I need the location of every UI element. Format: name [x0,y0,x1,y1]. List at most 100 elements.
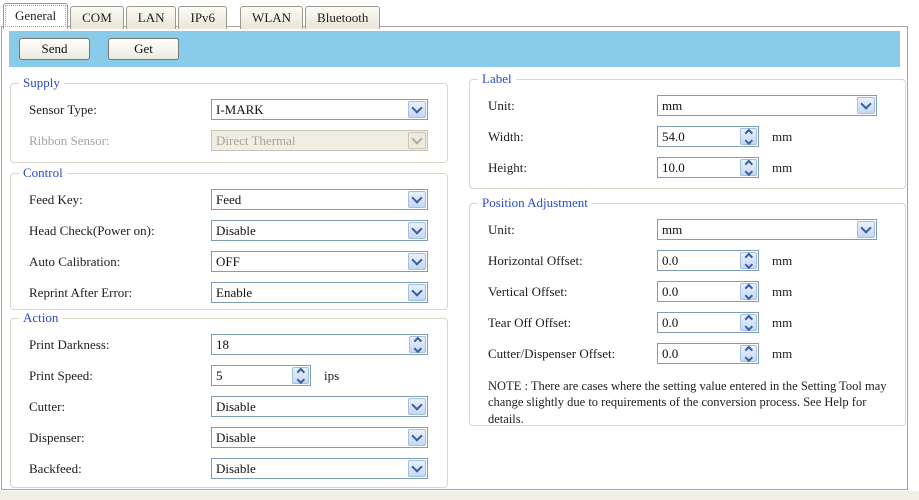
position-unit-select[interactable]: mm [657,219,877,240]
spinner-up-down-icon[interactable] [740,128,757,145]
tear-off-offset-stepper [657,312,759,333]
cutter-dispenser-offset-unit: mm [772,346,792,362]
print-speed-row: Print Speed: ips [29,365,447,386]
label-width-input[interactable] [658,127,739,146]
chevron-down-icon[interactable] [408,101,426,118]
cutter-dispenser-offset-label: Cutter/Dispenser Offset: [488,346,657,362]
dispenser-select[interactable]: Disable [211,427,428,448]
tear-off-offset-input[interactable] [658,313,739,332]
send-button[interactable]: Send [19,38,90,60]
sensor-type-select[interactable]: I-MARK [211,99,428,120]
reprint-after-error-select[interactable]: Enable [211,282,428,303]
chevron-down-icon[interactable] [408,222,426,239]
chevron-down-icon[interactable] [408,460,426,477]
horizontal-offset-input[interactable] [658,251,739,270]
feed-key-select[interactable]: Feed [211,189,428,210]
print-speed-unit: ips [324,368,339,384]
reprint-after-error-label: Reprint After Error: [29,285,211,301]
chevron-down-icon[interactable] [408,191,426,208]
spinner-up-down-icon[interactable] [740,252,757,269]
backfeed-select[interactable]: Disable [211,458,428,479]
label-group: Label Unit: mm Width: mm Height: [469,79,906,189]
tab-com[interactable]: COM [70,6,124,29]
print-darkness-input[interactable] [212,335,408,354]
chevron-down-icon[interactable] [408,284,426,301]
reprint-after-error-value: Enable [212,285,407,301]
tab-ipv6-label: IPv6 [190,10,215,25]
chevron-down-icon[interactable] [408,429,426,446]
head-check-select[interactable]: Disable [211,220,428,241]
cutter-row: Cutter: Disable [29,396,447,417]
tab-ipv6[interactable]: IPv6 [178,6,227,29]
label-height-label: Height: [488,160,657,176]
supply-group: Supply Sensor Type: I-MARK Ribbon Sensor… [10,83,448,163]
spinner-up-down-icon[interactable] [740,159,757,176]
get-button[interactable]: Get [108,38,179,60]
tear-off-offset-row: Tear Off Offset: mm [488,312,905,333]
position-adjustment-group-title: Position Adjustment [478,195,592,210]
cutter-dispenser-offset-row: Cutter/Dispenser Offset: mm [488,343,905,364]
head-check-value: Disable [212,223,407,239]
print-speed-input[interactable] [212,366,291,385]
spinner-up-down-icon[interactable] [740,283,757,300]
supply-group-title: Supply [19,75,64,90]
cutter-select[interactable]: Disable [211,396,428,417]
tab-general[interactable]: General [3,3,68,29]
conversion-note: NOTE : There are cases where the setting… [488,378,893,427]
tab-lan-label: LAN [138,10,165,25]
control-group: Control Feed Key: Feed Head Check(Power … [10,173,448,310]
control-group-title: Control [19,165,67,180]
chevron-down-icon[interactable] [408,398,426,415]
chevron-down-icon[interactable] [857,221,875,238]
tab-general-label: General [15,8,56,23]
spinner-up-down-icon[interactable] [740,345,757,362]
auto-calibration-select[interactable]: OFF [211,251,428,272]
ribbon-sensor-label: Ribbon Sensor: [29,133,211,149]
print-speed-label: Print Speed: [29,368,211,384]
tab-wlan-label: WLAN [252,10,291,25]
head-check-label: Head Check(Power on): [29,223,211,239]
position-unit-label: Unit: [488,222,657,238]
feed-key-label: Feed Key: [29,192,211,208]
backfeed-label: Backfeed: [29,461,211,477]
auto-calibration-row: Auto Calibration: OFF [29,251,447,272]
label-width-row: Width: mm [488,126,905,147]
spinner-up-down-icon[interactable] [292,367,309,384]
spinner-up-down-icon[interactable] [740,314,757,331]
label-group-title: Label [478,71,516,86]
ribbon-sensor-value: Direct Thermal [212,133,407,149]
label-unit-value: mm [658,98,856,114]
window-bottom-strip [0,491,919,500]
horizontal-offset-unit: mm [772,253,792,269]
action-group: Action Print Darkness: Print Speed: ips … [10,318,448,488]
cutter-value: Disable [212,399,407,415]
tab-bar: General COM LAN IPv6 WLAN Bluetooth [3,3,382,29]
tab-wlan[interactable]: WLAN [240,6,303,29]
cutter-dispenser-offset-input[interactable] [658,344,739,363]
vertical-offset-input[interactable] [658,282,739,301]
printer-setting-tool-window: General COM LAN IPv6 WLAN Bluetooth Send… [0,0,919,500]
label-height-row: Height: mm [488,157,905,178]
horizontal-offset-row: Horizontal Offset: mm [488,250,905,271]
tear-off-offset-unit: mm [772,315,792,331]
print-darkness-row: Print Darkness: [29,334,447,355]
spinner-up-down-icon[interactable] [409,336,426,353]
position-unit-row: Unit: mm [488,219,905,240]
tab-lan[interactable]: LAN [126,6,177,29]
feed-key-value: Feed [212,192,407,208]
tab-com-label: COM [82,10,112,25]
tab-bluetooth-label: Bluetooth [317,10,368,25]
label-width-unit: mm [772,129,792,145]
label-unit-select[interactable]: mm [657,95,877,116]
label-height-input[interactable] [658,158,739,177]
tab-bluetooth[interactable]: Bluetooth [305,6,380,29]
head-check-row: Head Check(Power on): Disable [29,220,447,241]
label-height-unit: mm [772,160,792,176]
chevron-down-icon[interactable] [408,253,426,270]
dispenser-row: Dispenser: Disable [29,427,447,448]
chevron-down-icon[interactable] [857,97,875,114]
sensor-type-row: Sensor Type: I-MARK [29,99,447,120]
cutter-label: Cutter: [29,399,211,415]
position-unit-value: mm [658,222,856,238]
dispenser-value: Disable [212,430,407,446]
